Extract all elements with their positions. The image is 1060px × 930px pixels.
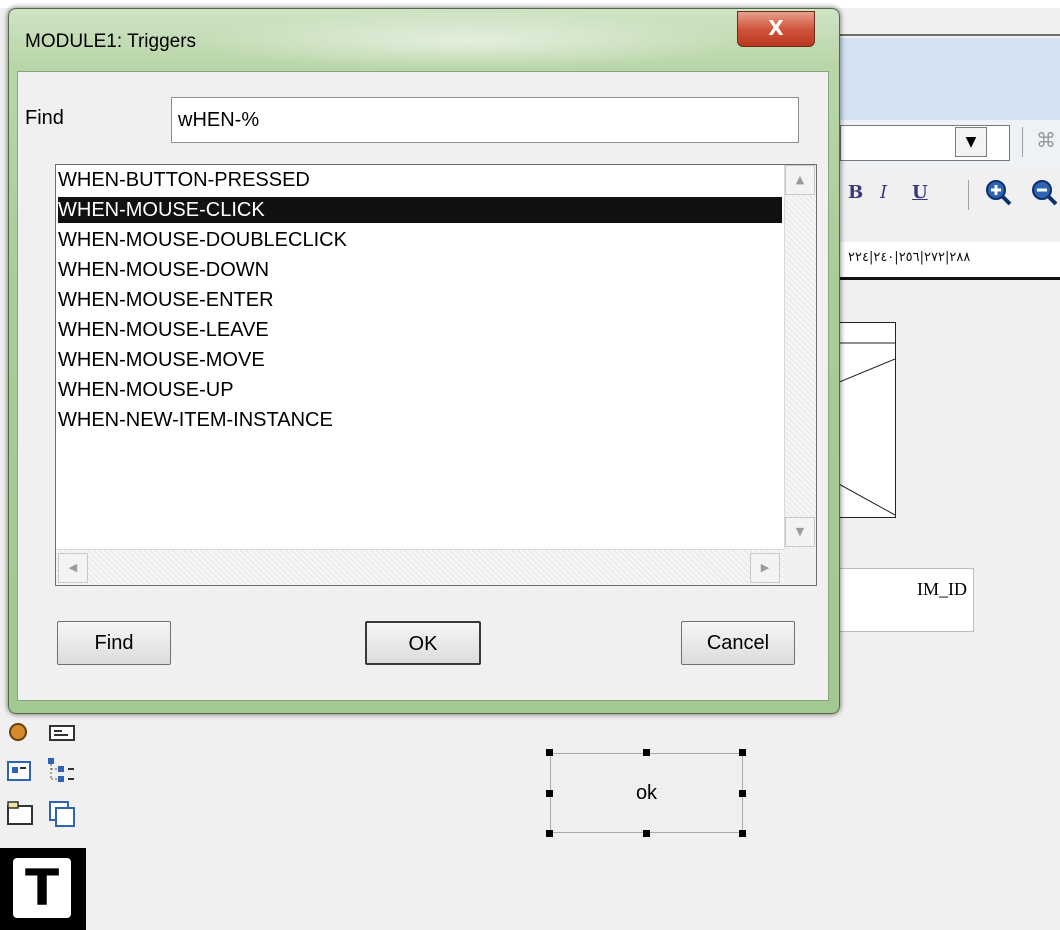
image-placeholder-lines (836, 342, 896, 516)
list-item-selected[interactable]: WHEN-MOUSE-CLICK (58, 197, 782, 223)
selection-handle[interactable] (739, 790, 746, 797)
text-tool-icon: T (13, 858, 71, 918)
palette-cell[interactable] (44, 714, 80, 750)
stacked-canvas-tool-icon (49, 801, 75, 827)
list-item[interactable]: WHEN-BUTTON-PRESSED (58, 167, 782, 193)
close-button[interactable]: X (737, 11, 815, 47)
horizontal-scrollbar[interactable]: ◀ ▶ (56, 549, 784, 585)
scroll-right-icon[interactable]: ▶ (750, 553, 780, 583)
palette-cell[interactable] (4, 714, 40, 750)
italic-button[interactable]: I (880, 182, 887, 203)
triggers-listbox[interactable]: WHEN-BUTTON-PRESSED WHEN-MOUSE-CLICK WHE… (55, 164, 817, 586)
list-item[interactable]: WHEN-MOUSE-DOWN (58, 257, 782, 283)
palette-cell[interactable] (4, 796, 40, 832)
scroll-down-icon[interactable]: ▼ (785, 517, 815, 547)
text-item-tool-icon (49, 725, 75, 741)
palette-cell[interactable] (44, 752, 80, 788)
titlebar-glass (189, 11, 749, 71)
list-item-tool-icon (7, 761, 31, 781)
selection-handle[interactable] (546, 830, 553, 837)
selection-handle[interactable] (739, 830, 746, 837)
selection-handle[interactable] (739, 749, 746, 756)
list-item[interactable]: WHEN-MOUSE-UP (58, 377, 782, 403)
underline-button[interactable]: U (912, 182, 928, 203)
image-item[interactable] (836, 322, 896, 518)
dialog-title: MODULE1: Triggers (25, 31, 197, 52)
disabled-tool-icon: ⌘ (1036, 128, 1056, 152)
cancel-button[interactable]: Cancel (681, 621, 795, 665)
text-tool-button[interactable]: T (0, 848, 86, 930)
text-item-label: IM_ID (917, 579, 967, 599)
close-icon: X (768, 16, 784, 40)
scrollbar-corner (784, 549, 816, 585)
triggers-dialog: MODULE1: Triggers X Find WHEN-BUTTON-PRE… (8, 8, 840, 714)
find-button[interactable]: Find (57, 621, 171, 665)
list-item[interactable]: WHEN-MOUSE-DOUBLECLICK (58, 227, 782, 253)
toolbar-separator (1022, 127, 1023, 157)
list-item[interactable]: WHEN-NEW-ITEM-INSTANCE (58, 407, 782, 433)
list-item[interactable]: WHEN-MOUSE-ENTER (58, 287, 782, 313)
palette-cell[interactable] (44, 796, 80, 832)
menu-area (840, 38, 1060, 120)
selection-handle[interactable] (546, 749, 553, 756)
chevron-down-icon[interactable]: ▼ (955, 127, 987, 157)
bold-button[interactable]: B (848, 182, 863, 203)
scroll-up-icon[interactable]: ▲ (785, 165, 815, 195)
find-input[interactable] (171, 97, 799, 143)
ok-button[interactable]: OK (365, 621, 481, 665)
zoom-in-icon[interactable] (984, 178, 1012, 206)
top-strip (0, 0, 1060, 8)
zoom-out-icon[interactable] (1030, 178, 1058, 206)
ruler-labels: ٢٨٨|٢٧٢|٢٥٦|٢٤٠|٢٢٤ (848, 250, 971, 265)
hierarchical-tree-tool-icon (48, 758, 74, 782)
palette-cell[interactable] (4, 752, 40, 788)
find-label: Find (25, 107, 64, 129)
vertical-scrollbar[interactable]: ▲ ▼ (784, 165, 816, 549)
tab-canvas-tool-icon (7, 801, 33, 825)
selection-handle[interactable] (546, 790, 553, 797)
selection-handle[interactable] (643, 749, 650, 756)
circle-tool-icon (9, 723, 27, 741)
toolbar-separator (968, 180, 969, 210)
list-item[interactable]: WHEN-MOUSE-LEAVE (58, 317, 782, 343)
list-item[interactable]: WHEN-MOUSE-MOVE (58, 347, 782, 373)
selection-handle[interactable] (643, 830, 650, 837)
text-item-im-id[interactable]: IM_ID (836, 568, 974, 632)
horizontal-ruler: ٢٨٨|٢٧٢|٢٥٦|٢٤٠|٢٢٤ (840, 242, 1060, 280)
scroll-left-icon[interactable]: ◀ (58, 553, 88, 583)
canvas-ok-button[interactable]: ok (550, 753, 743, 833)
